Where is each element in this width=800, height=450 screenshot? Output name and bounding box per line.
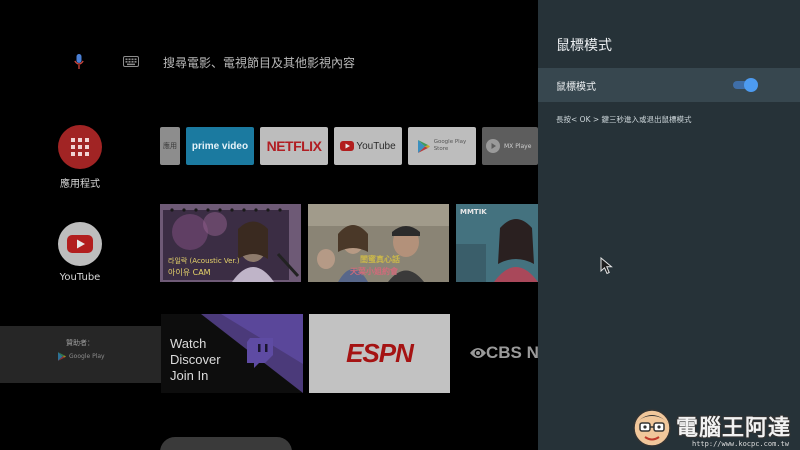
keyboard-icon[interactable] <box>123 56 139 67</box>
watermark: 電腦王阿達 http://www.kocpc.com.tw <box>632 404 800 450</box>
app-tile-netflix-label: NETFLIX <box>266 138 322 154</box>
watermark-url: http://www.kocpc.com.tw <box>692 440 789 448</box>
nav-apps[interactable]: 應用程式 <box>40 125 120 190</box>
promo-espn[interactable]: ESPN <box>309 314 450 393</box>
nav-apps-label: 應用程式 <box>60 179 100 190</box>
video-vlog-caption-top: 閨蜜真心話 <box>360 255 400 264</box>
app-tile-netflix[interactable]: NETFLIX <box>260 127 328 165</box>
youtube-icon <box>58 222 102 266</box>
apps-grid-icon <box>58 125 102 169</box>
youtube-logo-icon <box>340 141 355 151</box>
video-iu-caption-top: 라일락 (Acoustic Ver.) <box>168 257 240 265</box>
mouse-mode-toggle-row[interactable]: 鼠標模式 <box>538 68 800 102</box>
video-thumbnail-vlog[interactable]: 閨蜜真心話 天菜小姐約會 <box>308 204 449 282</box>
app-tile-google-play[interactable]: Google Play Store <box>408 127 476 165</box>
google-play-icon <box>417 139 430 153</box>
twitch-line-3: Join In <box>170 368 209 383</box>
twitch-tagline: Watch Discover Join In <box>170 336 221 384</box>
video-thumbnail-mmtik[interactable]: MMTIK <box>456 204 538 282</box>
mouse-mode-hint: 長按< OK > 鍵三秒進入或退出鼠標模式 <box>556 115 692 124</box>
espn-logo-text: ESPN <box>346 338 414 368</box>
watermark-text: 電腦王阿達 <box>676 416 792 441</box>
app-tile-prime-video-label: prime video <box>191 140 249 152</box>
video-vlog-caption-bottom: 天菜小姐約會 <box>350 267 398 276</box>
bottom-pill-button[interactable] <box>160 437 292 450</box>
microphone-icon[interactable] <box>74 54 84 70</box>
watermark-mascot-icon <box>633 409 671 447</box>
sponsor-card[interactable]: 贊助者： Google Play <box>0 326 161 383</box>
app-tile-youtube-label: YouTube <box>356 140 396 152</box>
app-tile-partial-label: 應用 <box>163 142 177 150</box>
panel-title: 鼠標模式 <box>556 38 612 54</box>
cbs-eye-icon <box>470 348 486 358</box>
cbs-logo: CBS N <box>470 343 538 363</box>
promo-twitch[interactable]: Watch Discover Join In <box>161 314 303 393</box>
cbs-logo-text: CBS N <box>486 343 538 362</box>
mouse-mode-toggle-label: 鼠標模式 <box>556 82 596 93</box>
google-play-small-icon <box>58 352 66 361</box>
mouse-cursor-icon <box>600 257 613 275</box>
nav-youtube[interactable]: YouTube <box>40 222 120 283</box>
app-tile-youtube[interactable]: YouTube <box>334 127 402 165</box>
twitch-line-1: Watch <box>170 336 207 351</box>
promo-cbs-news[interactable]: CBS N <box>456 314 538 393</box>
twitch-line-2: Discover <box>170 352 221 367</box>
mouse-mode-switch[interactable] <box>731 78 758 92</box>
mouse-mode-panel: 鼠標模式 鼠標模式 長按< OK > 鍵三秒進入或退出鼠標模式 <box>538 0 800 450</box>
video-mmtik-caption-top: MMTIK <box>460 208 487 216</box>
switch-thumb <box>744 78 758 92</box>
app-tile-prime-video[interactable]: prime video <box>186 127 254 165</box>
sponsor-store-label: Google Play <box>69 353 105 360</box>
app-tile-google-play-label: Google Play Store <box>433 139 467 152</box>
sponsor-label: 贊助者： <box>66 339 94 347</box>
video-thumbnail-iu[interactable]: 라일락 (Acoustic Ver.) 아이유 CAM <box>160 204 301 282</box>
nav-youtube-label: YouTube <box>59 272 101 283</box>
video-iu-caption-bottom: 아이유 CAM <box>168 268 211 277</box>
app-tile-mx-player[interactable]: MX Playe <box>482 127 538 165</box>
search-placeholder[interactable]: 搜尋電影、電視節目及其他影視內容 <box>163 54 355 71</box>
app-tile-partial[interactable]: 應用 <box>160 127 180 165</box>
app-tile-mx-player-label: MX Playe <box>504 142 532 150</box>
sponsor-store: Google Play <box>58 352 105 361</box>
mx-player-icon <box>486 139 500 153</box>
